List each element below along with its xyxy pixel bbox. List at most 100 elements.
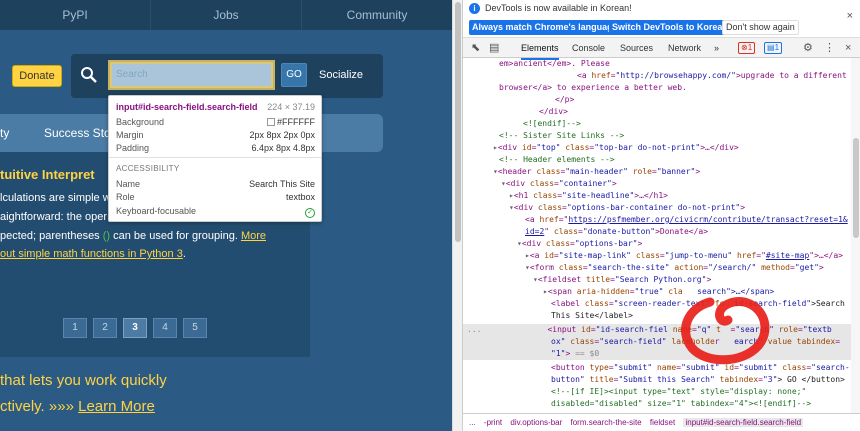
dom-line[interactable]: ▾<div class="options-bar"> xyxy=(463,238,851,250)
more-link[interactable]: More xyxy=(241,230,266,242)
dom-tree-scrollbar[interactable] xyxy=(851,58,860,413)
breadcrumb-item[interactable]: fieldset xyxy=(650,418,675,427)
learn-more-arrows: »»» xyxy=(48,398,74,415)
devtools-panel: i DevTools is now available in Korean! ×… xyxy=(462,0,860,431)
dom-line[interactable]: browser</a> to experience a better web. xyxy=(463,82,851,94)
tab-network[interactable]: Network xyxy=(668,38,701,58)
pager-button-4[interactable]: 4 xyxy=(153,318,177,338)
tooltip-value: Search This Site xyxy=(249,179,315,189)
dom-line[interactable]: <button type="submit" name="submit" id="… xyxy=(463,362,851,374)
kebab-menu-icon[interactable]: ⋮ xyxy=(824,41,835,55)
close-devtools-icon[interactable]: × xyxy=(845,41,851,55)
donate-button[interactable]: Donate xyxy=(12,65,62,87)
socialize-link[interactable]: Socialize xyxy=(319,66,363,84)
dom-link[interactable]: https://psfmember.org/civicrm/contribute… xyxy=(568,215,847,224)
dont-show-again-button[interactable]: Don't show again xyxy=(722,20,799,35)
dom-tag: <button xyxy=(551,363,590,372)
pager-button-2[interactable]: 2 xyxy=(93,318,117,338)
learn-more-link[interactable]: Learn More xyxy=(78,398,155,415)
annotation-circle xyxy=(681,296,770,365)
pager-button-5[interactable]: 5 xyxy=(183,318,207,338)
breadcrumb-item[interactable]: div.options-bar xyxy=(510,418,562,427)
math-functions-link[interactable]: out simple math functions in Python 3 xyxy=(0,248,183,260)
dom-tag: </p> xyxy=(555,95,575,104)
dom-line[interactable]: ▾<header class="main-header" role="banne… xyxy=(463,166,851,178)
feature-text: can be used for grouping. xyxy=(110,230,241,242)
dom-line[interactable]: ▾<fieldset title="Search Python.org"> xyxy=(463,274,851,286)
inspect-element-icon[interactable]: ⬉ xyxy=(471,41,480,55)
scrollbar-thumb[interactable] xyxy=(853,138,859,238)
dom-line[interactable]: <!--[if IE]><input type="text" style="di… xyxy=(463,386,851,398)
go-button[interactable]: GO xyxy=(281,63,307,87)
device-toolbar-icon[interactable]: ▤ xyxy=(489,41,499,55)
feature-text-line: pected; parentheses () can be used for g… xyxy=(0,230,266,242)
page-scrollbar[interactable] xyxy=(452,0,462,431)
dom-line[interactable]: <a href="https://psfmember.org/civicrm/c… xyxy=(463,214,851,226)
dom-attr: class xyxy=(549,227,578,236)
dom-line[interactable]: <a href="http://browsehappy.com/">upgrad… xyxy=(463,70,851,82)
menu-item[interactable]: ty xyxy=(0,114,9,152)
dom-line[interactable]: <!-- Sister Site Links --> xyxy=(463,130,851,142)
nav-item-community[interactable]: Community xyxy=(302,0,452,30)
dom-line[interactable]: This Site</label> xyxy=(463,310,851,322)
match-language-button[interactable]: Always match Chrome's language xyxy=(469,20,621,35)
dom-line-selected[interactable]: "1"> == $0 xyxy=(463,348,851,360)
tab-console[interactable]: Console xyxy=(572,38,605,58)
close-icon[interactable]: × xyxy=(847,10,853,22)
dom-line[interactable]: em>ancient</em>. Please xyxy=(463,58,851,70)
dom-line[interactable]: ▾<div class="options-bar-container do-no… xyxy=(463,202,851,214)
more-tabs-icon[interactable]: » xyxy=(714,38,719,58)
dom-attr: class xyxy=(565,337,595,346)
dom-link[interactable]: #site-map xyxy=(766,251,809,260)
dom-line[interactable]: ▸<a id="site-map-link" class="jump-to-me… xyxy=(463,250,851,262)
breadcrumb-item-current[interactable]: input#id-search-field.search-field xyxy=(683,418,804,427)
dom-value: "Submit this Search" xyxy=(618,375,715,384)
dom-line-selected[interactable]: ox" class="search-field" laceholder earc… xyxy=(463,336,851,348)
tab-elements[interactable]: Elements xyxy=(521,38,559,60)
dom-line[interactable]: disabled="disabled" size="1" tabindex="4… xyxy=(463,398,851,410)
tab-sources[interactable]: Sources xyxy=(620,38,653,58)
dom-line[interactable]: ▸<div id="top" class="top-bar do-not-pri… xyxy=(463,142,851,154)
dom-value: "banner" xyxy=(656,167,696,176)
dom-value: "/search/" xyxy=(708,263,757,272)
nav-item-jobs[interactable]: Jobs xyxy=(151,0,302,30)
dom-tag: <fieldset xyxy=(537,275,586,284)
feature-text-line: aightforward: the oper xyxy=(0,211,108,223)
tooltip-value-text: #FFFFFF xyxy=(277,117,315,127)
gear-icon[interactable]: ⚙ xyxy=(803,41,813,55)
scrollbar-thumb[interactable] xyxy=(455,2,461,242)
dom-line[interactable]: button" title="Submit this Search" tabin… xyxy=(463,374,851,386)
pager-button-3[interactable]: 3 xyxy=(123,318,147,338)
dom-comment: disabled="disabled" size="1" tabindex="4… xyxy=(551,399,812,408)
search-icon xyxy=(80,66,98,84)
dom-line[interactable]: ▾<form class="search-the-site" action="/… xyxy=(463,262,851,274)
dom-tag: <h1 xyxy=(513,191,534,200)
dom-line[interactable]: ▾<div class="container"> xyxy=(463,178,851,190)
breadcrumb-item[interactable]: ... xyxy=(469,418,476,427)
dom-value: "http://browsehappy.com/" xyxy=(615,71,736,80)
breadcrumb-item[interactable]: form.search-the-site xyxy=(571,418,642,427)
dom-line[interactable]: </p> xyxy=(463,94,851,106)
dom-line[interactable]: <!-- Header elements --> xyxy=(463,154,851,166)
dom-line[interactable]: id=2" class="donate-button">Donate</a> xyxy=(463,226,851,238)
error-badge[interactable]: ⊗1 xyxy=(738,42,756,54)
search-input[interactable]: Search xyxy=(108,60,275,90)
switch-korean-button[interactable]: Switch DevTools to Korean xyxy=(609,20,731,35)
tooltip-row-role: Role textbox xyxy=(116,192,315,205)
breadcrumb-item[interactable]: -print xyxy=(484,418,502,427)
dom-link[interactable]: id=2 xyxy=(525,227,544,236)
dom-line-selected[interactable]: ... <input id="id-search-fiel name="q" t … xyxy=(463,324,851,336)
ellipsis-icon[interactable]: ... xyxy=(463,325,481,334)
nav-item-pypi[interactable]: PyPI xyxy=(0,0,151,30)
dom-attr: method xyxy=(756,263,790,272)
dom-line[interactable]: </div> xyxy=(463,106,851,118)
devtools-infobar: i DevTools is now available in Korean! ×… xyxy=(463,0,860,38)
dom-line[interactable]: ▸<h1 class="site-headline">…</h1> xyxy=(463,190,851,202)
dom-line[interactable]: ▸<span aria-hidden="true" cla search">…<… xyxy=(463,286,851,298)
menu-item-success-stories[interactable]: Success Sto xyxy=(44,114,111,152)
dom-line[interactable]: <label class="screen-reader-text" fo id-… xyxy=(463,298,851,310)
pager-button-1[interactable]: 1 xyxy=(63,318,87,338)
dom-line[interactable]: <![endif]--> xyxy=(463,118,851,130)
intro-text-line: that lets you work quickly xyxy=(0,372,167,389)
message-badge[interactable]: ▤1 xyxy=(764,42,783,54)
